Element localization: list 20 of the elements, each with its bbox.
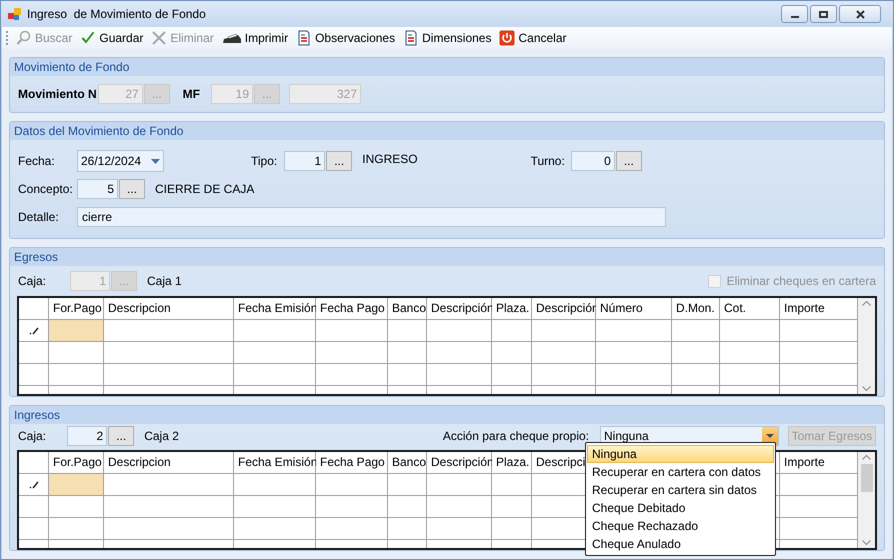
cash-box-name: Caja 2 <box>144 428 179 445</box>
field-label: Turno: <box>530 153 565 170</box>
field-label: Acción para cheque propio: <box>442 428 589 445</box>
field-label: MF <box>182 86 200 103</box>
panel-title: Movimiento de Fondo <box>14 59 130 76</box>
field-label: Caja: <box>18 428 48 445</box>
field-label: Concepto: <box>18 181 74 198</box>
checkbox-label: Eliminar cheques en cartera <box>726 273 876 290</box>
field-label: Movimiento N <box>18 86 97 103</box>
panel-title: Egresos <box>14 249 58 266</box>
panel-title: Ingresos <box>14 407 60 424</box>
type-name: INGRESO <box>362 151 418 168</box>
field-label: Tipo: <box>251 153 278 170</box>
field-label: Caja: <box>18 273 48 290</box>
window-title: Ingreso de Movimiento de Fondo <box>27 6 207 23</box>
concept-name: CIERRE DE CAJA <box>155 181 254 198</box>
field-label: Detalle: <box>18 209 60 226</box>
field-label: Fecha: <box>18 153 56 170</box>
panel-title: Datos del Movimiento de Fondo <box>14 123 184 140</box>
cash-box-name: Caja 1 <box>147 273 183 290</box>
